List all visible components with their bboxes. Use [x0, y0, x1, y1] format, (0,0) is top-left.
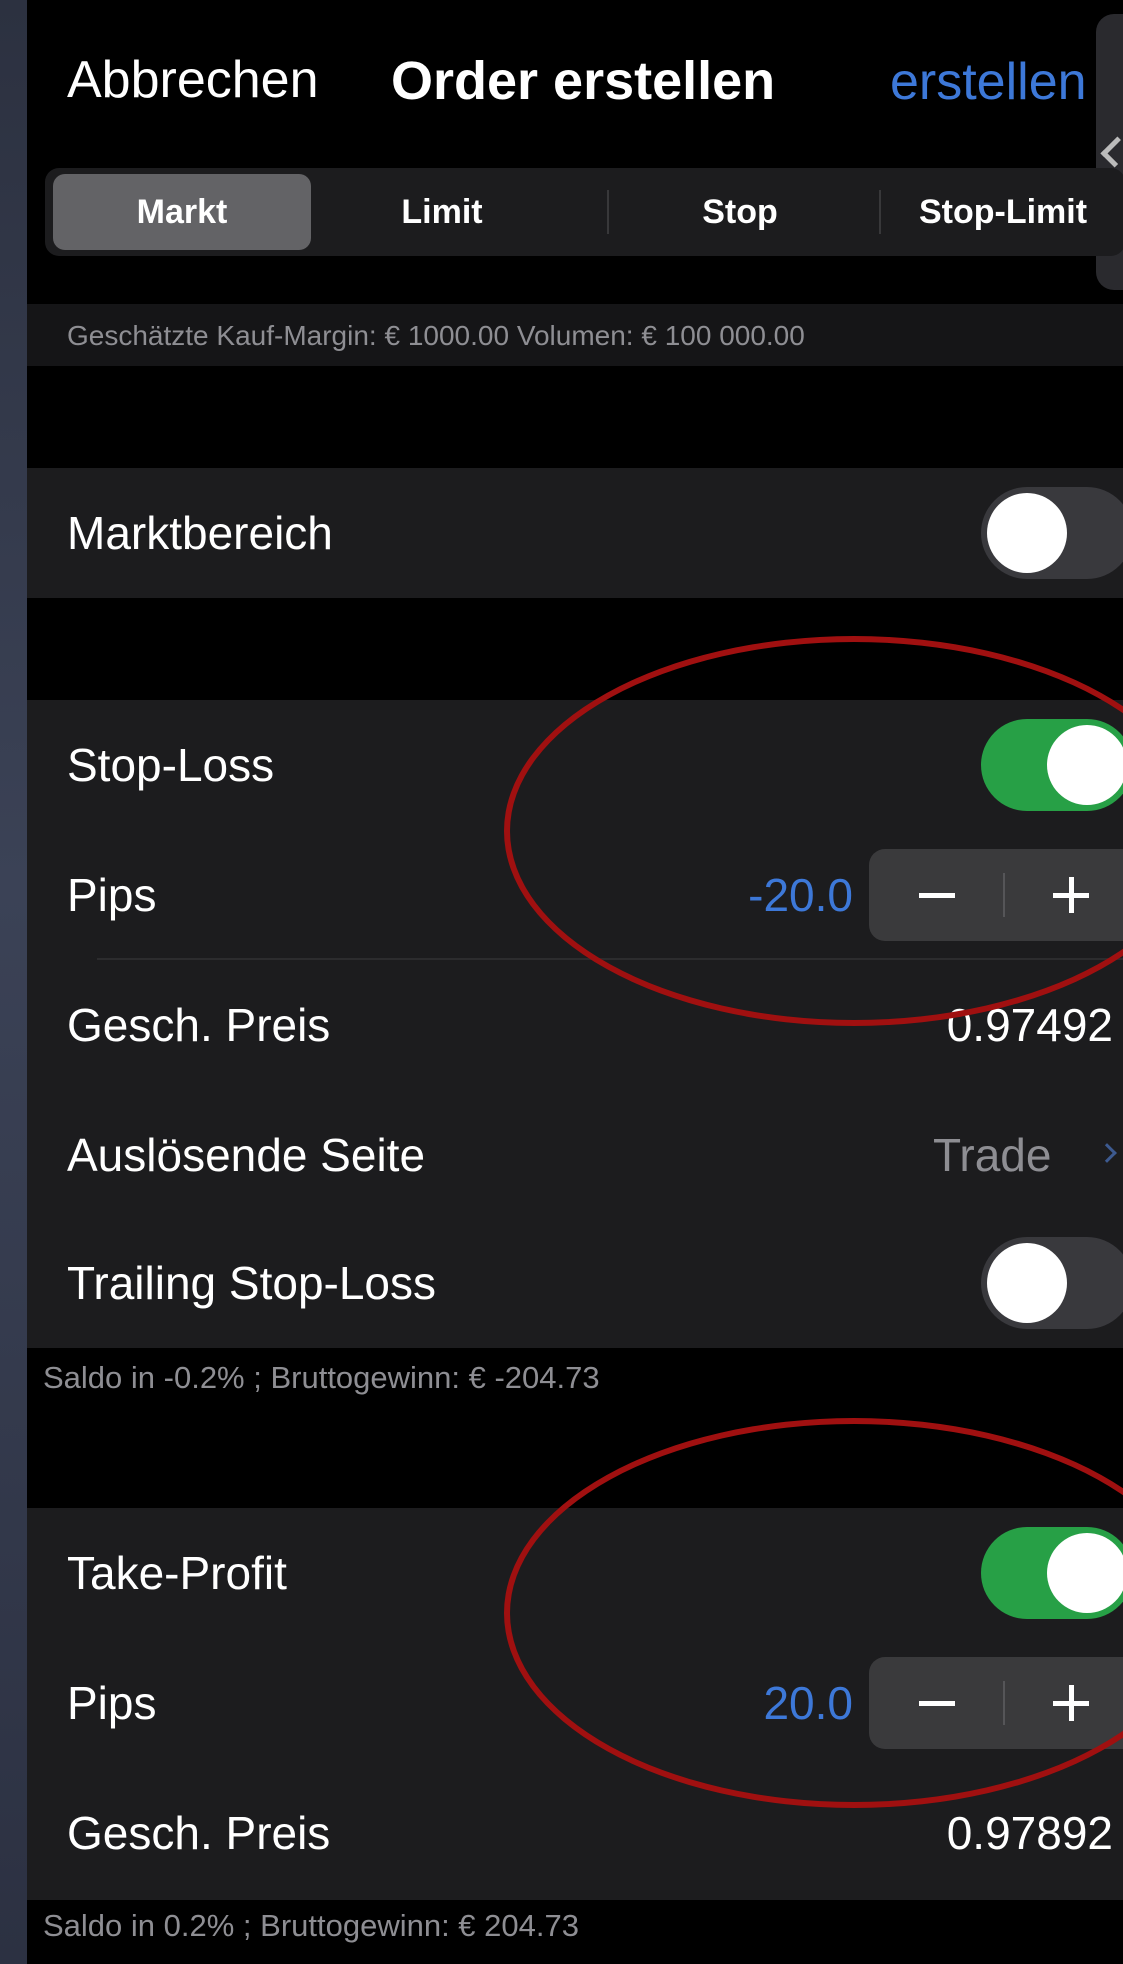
toggle-knob	[1047, 725, 1123, 805]
toggle-knob	[987, 493, 1067, 573]
take-profit-row: Take-Profit	[27, 1508, 1123, 1638]
page-title: Order erstellen	[391, 51, 776, 111]
market-range-group: Marktbereich	[27, 468, 1123, 598]
chevron-left-icon	[1100, 136, 1123, 168]
stop-loss-price-value: 0.97492	[946, 999, 1113, 1051]
trailing-stop-loss-label: Trailing Stop-Loss	[67, 1257, 437, 1309]
order-type-segmented-control: Markt Limit Stop Stop-Limit	[45, 168, 1123, 256]
stop-loss-row: Stop-Loss	[27, 700, 1123, 830]
market-range-row: Marktbereich	[27, 468, 1123, 598]
take-profit-decrement-button[interactable]	[869, 1657, 1003, 1749]
take-profit-price-value: 0.97892	[946, 1807, 1113, 1859]
stop-loss-label: Stop-Loss	[67, 739, 275, 791]
toggle-knob	[1047, 1533, 1123, 1613]
navigation-bar: Abbrechen Order erstellen erstellen	[27, 0, 1123, 150]
tab-stop-limit[interactable]: Stop-Limit	[883, 174, 1123, 250]
trailing-stop-loss-toggle[interactable]	[981, 1237, 1123, 1329]
stop-loss-footnote: Saldo in -0.2% ; Bruttogewinn: € -204.73	[43, 1360, 600, 1395]
take-profit-price-label: Gesch. Preis	[67, 1807, 331, 1859]
order-screen: Abbrechen Order erstellen erstellen Mark…	[27, 0, 1123, 1964]
take-profit-toggle[interactable]	[981, 1527, 1123, 1619]
toggle-knob	[987, 1243, 1067, 1323]
trailing-stop-loss-row: Trailing Stop-Loss	[27, 1218, 1123, 1348]
take-profit-group: Take-Profit Pips 20.0 Gesch. Preis 0.978…	[27, 1508, 1123, 1900]
margin-info-text: Geschätzte Kauf-Margin: € 1000.00 Volume…	[67, 320, 805, 351]
take-profit-pips-value[interactable]: 20.0	[763, 1638, 853, 1768]
segment-divider	[879, 190, 881, 234]
take-profit-pips-row: Pips 20.0	[27, 1638, 1123, 1768]
market-range-toggle[interactable]	[981, 487, 1123, 579]
margin-info-strip: Geschätzte Kauf-Margin: € 1000.00 Volume…	[27, 304, 1123, 366]
trigger-side-value: Trade	[933, 1129, 1052, 1181]
stop-loss-group: Stop-Loss Pips -20.0 Gesch. Preis 0.9749…	[27, 700, 1123, 1348]
cancel-button[interactable]: Abbrechen	[67, 50, 319, 110]
take-profit-pips-stepper	[869, 1657, 1123, 1749]
take-profit-price-row: Gesch. Preis 0.97892	[27, 1768, 1123, 1898]
stop-loss-pips-value[interactable]: -20.0	[748, 830, 853, 960]
take-profit-increment-button[interactable]	[1005, 1657, 1123, 1749]
stop-loss-decrement-button[interactable]	[869, 849, 1003, 941]
stop-loss-toggle[interactable]	[981, 719, 1123, 811]
create-button[interactable]: erstellen	[890, 52, 1087, 112]
trigger-side-label: Auslösende Seite	[67, 1129, 426, 1181]
stop-loss-price-label: Gesch. Preis	[67, 999, 331, 1051]
take-profit-footnote: Saldo in 0.2% ; Bruttogewinn: € 204.73	[43, 1908, 579, 1943]
stop-loss-pips-row: Pips -20.0	[27, 830, 1123, 960]
segment-divider	[607, 190, 609, 234]
stop-loss-increment-button[interactable]	[1005, 849, 1123, 941]
take-profit-label: Take-Profit	[67, 1547, 287, 1599]
tab-markt[interactable]: Markt	[53, 174, 311, 250]
chevron-right-icon	[1097, 1143, 1117, 1163]
tab-limit[interactable]: Limit	[313, 174, 571, 250]
stop-loss-pips-label: Pips	[67, 869, 157, 921]
market-range-label: Marktbereich	[67, 507, 333, 559]
stop-loss-pips-stepper	[869, 849, 1123, 941]
take-profit-pips-label: Pips	[67, 1677, 157, 1729]
tab-stop[interactable]: Stop	[611, 174, 869, 250]
stop-loss-price-row: Gesch. Preis 0.97492	[27, 960, 1123, 1090]
trigger-side-row[interactable]: Auslösende Seite Trade	[27, 1090, 1123, 1220]
